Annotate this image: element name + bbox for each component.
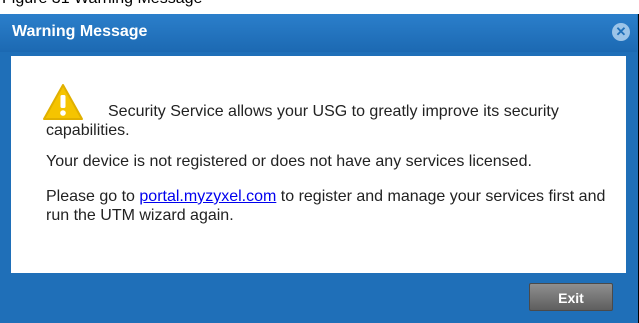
warning-dialog: Warning Message ✕ Security Service allow…	[0, 14, 639, 323]
figure-caption: Figure 31 Warning Message	[0, 0, 639, 14]
message-line-3-prefix: Please go to	[46, 188, 140, 205]
message-not-registered: Your device is not registered or does no…	[46, 153, 532, 170]
message-instructions: Please go to portal.myzyxel.com to regis…	[46, 187, 606, 225]
message-line-1: Security Service allows your USG to grea…	[46, 103, 559, 139]
portal-link[interactable]: portal.myzyxel.com	[139, 188, 276, 205]
close-icon[interactable]: ✕	[612, 23, 630, 41]
dialog-footer: Exit	[0, 273, 637, 323]
dialog-title: Warning Message	[12, 23, 148, 40]
dialog-content: Security Service allows your USG to grea…	[11, 56, 626, 273]
caption-text: Figure 31 Warning Message	[2, 0, 202, 8]
message-security-service: Security Service allows your USG to grea…	[46, 102, 616, 140]
exit-button[interactable]: Exit	[529, 283, 613, 311]
dialog-title-bar: Warning Message ✕	[0, 14, 637, 52]
